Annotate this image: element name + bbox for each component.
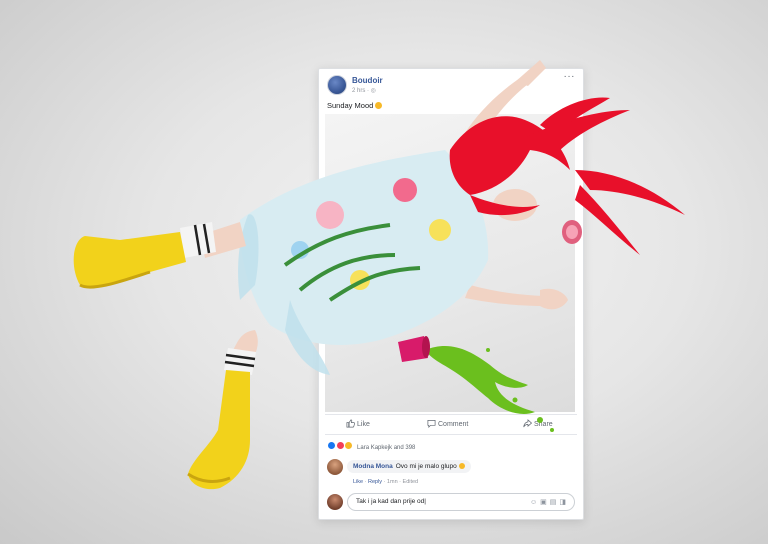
comment-meta: Like · Reply · 1mn · Edited (353, 479, 419, 485)
love-reaction-icon (335, 441, 345, 450)
like-label: Like (357, 421, 370, 428)
post-caption: Sunday Mood (327, 101, 383, 110)
reactions-text: Lara Kapkejk and 398 (357, 445, 416, 451)
yellow-boot-upper (73, 232, 186, 288)
comment-input-value: Tak i ja kad dan prije od (356, 498, 425, 505)
more-options-icon[interactable]: ··· (564, 71, 576, 82)
haha-reaction-icon (344, 441, 354, 450)
sticker-icon[interactable]: ◨ (559, 499, 569, 506)
lower-sock (224, 348, 256, 375)
scene: Boudoir 2 hrs · ◎ ··· Sunday Mood Like C… (0, 0, 768, 544)
comment-text: Ovo mi je malo glupo (395, 463, 457, 470)
boot-sole (187, 472, 231, 483)
sock-stripes (193, 223, 211, 256)
post-timestamp[interactable]: 2 hrs · ◎ (352, 87, 376, 94)
divider (325, 434, 577, 435)
like-button[interactable]: Like (346, 419, 370, 428)
page-avatar[interactable] (327, 75, 347, 95)
laughing-emoji-icon (458, 463, 465, 469)
upper-sock (180, 222, 216, 258)
comment-like-link[interactable]: Like (353, 479, 363, 485)
commenter-avatar[interactable] (327, 459, 343, 475)
post-actions-bar: Like Comment Share (319, 415, 583, 433)
comment-icon (427, 419, 436, 428)
post-photo[interactable] (325, 114, 575, 412)
facebook-post-card: Boudoir 2 hrs · ◎ ··· Sunday Mood Like C… (318, 68, 584, 520)
timestamp-text: 2 hrs · (352, 88, 371, 94)
share-icon (523, 419, 533, 428)
comment-composer: Tak i ja kad dan prije od| ☺▣▤◨ (327, 493, 575, 511)
comment-author-link[interactable]: Modna Mona (353, 463, 393, 470)
comment-button[interactable]: Comment (427, 419, 468, 428)
lower-leg (232, 330, 258, 360)
globe-icon: ◎ (370, 88, 376, 94)
comment-reply-link[interactable]: Reply (368, 479, 382, 485)
gif-icon[interactable]: ▤ (550, 499, 560, 506)
share-label: Share (534, 421, 553, 428)
camera-icon[interactable]: ▣ (540, 499, 550, 506)
reactions-summary[interactable]: Lara Kapkejk and 398 (327, 441, 415, 451)
caption-text: Sunday Mood (327, 101, 374, 110)
comment-input[interactable]: Tak i ja kad dan prije od| ☺▣▤◨ (347, 493, 575, 511)
upper-leg (200, 222, 246, 258)
sock-stripes (224, 353, 256, 368)
comment-bubble: Modna Mona Ovo mi je malo glupo (347, 460, 471, 473)
comment-meta-tail: · 1mn · Edited (382, 479, 419, 485)
share-button[interactable]: Share (523, 419, 553, 428)
page-name-link[interactable]: Boudoir (352, 76, 383, 85)
composer-icons: ☺▣▤◨ (530, 498, 569, 506)
boot-sole (79, 270, 151, 289)
laughing-emoji-icon (375, 102, 383, 109)
thumbs-up-icon (346, 419, 355, 428)
like-reaction-icon (327, 441, 336, 450)
yellow-boot-lower (188, 370, 250, 490)
emoji-icon[interactable]: ☺ (530, 499, 540, 506)
comment-label: Comment (438, 421, 469, 428)
viewer-avatar (327, 494, 343, 510)
dress-ruffle (238, 214, 259, 300)
